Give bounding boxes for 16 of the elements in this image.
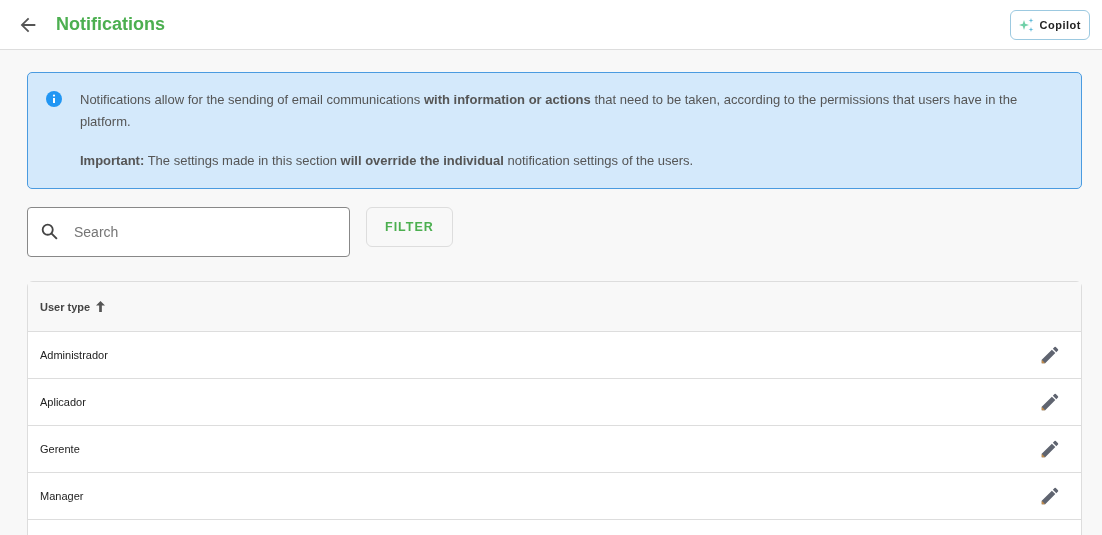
table-cell: Manager — [40, 490, 84, 502]
page-title: Notifications — [56, 14, 166, 35]
pencil-icon[interactable] — [1039, 344, 1061, 366]
info-icon — [46, 91, 62, 107]
copilot-button[interactable]: Copilot — [1009, 9, 1090, 40]
column-header[interactable]: User type — [40, 300, 106, 313]
info-paragraph: Notifications allow for the sending of email communications with information or actions that need to be taken, according to the permissions that users have in the platform. — [80, 91, 1019, 131]
table-cell: Aplicador — [40, 396, 86, 408]
table-cell: Gerente — [40, 443, 80, 455]
sparkle-icon — [1018, 17, 1035, 32]
table-cell: Administrador — [40, 349, 108, 361]
pencil-icon[interactable] — [1039, 438, 1061, 460]
search-field[interactable]: Search — [27, 207, 350, 257]
pencil-icon[interactable] — [1039, 391, 1061, 413]
pencil-icon[interactable] — [1039, 485, 1061, 507]
info-paragraph: Important: The settings made in this section will override the individual notification settings of the users. — [80, 152, 695, 170]
